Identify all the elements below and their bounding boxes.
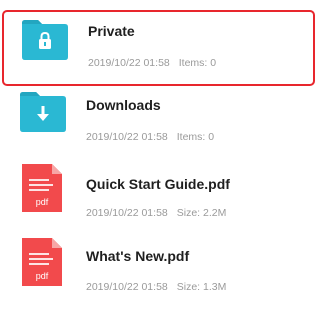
pdf-icon-label: pdf xyxy=(36,197,49,207)
pdf-file-icon: pdf xyxy=(22,164,62,212)
file-size: Size: 1.3M xyxy=(176,281,227,293)
file-meta: 2019/10/22 01:58 Items: 0 xyxy=(86,131,214,143)
file-date: 2019/10/22 01:58 xyxy=(88,57,170,69)
file-date: 2019/10/22 01:58 xyxy=(86,281,168,293)
file-meta: 2019/10/22 01:58 Size: 2.2M xyxy=(86,207,226,219)
file-row-whats-new[interactable]: pdf What's New.pdf 2019/10/22 01:58 Size:… xyxy=(2,236,315,312)
file-item-count: Items: 0 xyxy=(178,57,217,69)
file-name: Quick Start Guide.pdf xyxy=(86,176,230,192)
file-meta: 2019/10/22 01:58 Items: 0 xyxy=(88,57,216,69)
lock-folder-icon xyxy=(22,20,68,60)
download-folder-icon xyxy=(20,92,66,132)
file-row-quick-start-guide[interactable]: pdf Quick Start Guide.pdf 2019/10/22 01:… xyxy=(2,162,315,238)
pdf-file-icon: pdf xyxy=(22,238,62,286)
file-name: Downloads xyxy=(86,97,161,113)
file-size: Size: 2.2M xyxy=(176,207,227,219)
file-name: Private xyxy=(88,23,135,39)
file-date: 2019/10/22 01:58 xyxy=(86,131,168,143)
file-meta: 2019/10/22 01:58 Size: 1.3M xyxy=(86,281,226,293)
file-item-count: Items: 0 xyxy=(176,131,215,143)
file-name: What's New.pdf xyxy=(86,248,190,264)
file-row-downloads[interactable]: Downloads 2019/10/22 01:58 Items: 0 xyxy=(2,86,315,162)
file-date: 2019/10/22 01:58 xyxy=(86,207,168,219)
pdf-icon-label: pdf xyxy=(36,271,49,281)
file-row-private[interactable]: Private 2019/10/22 01:58 Items: 0 xyxy=(2,10,315,86)
file-list: Private 2019/10/22 01:58 Items: 0 Downloa… xyxy=(0,0,318,322)
